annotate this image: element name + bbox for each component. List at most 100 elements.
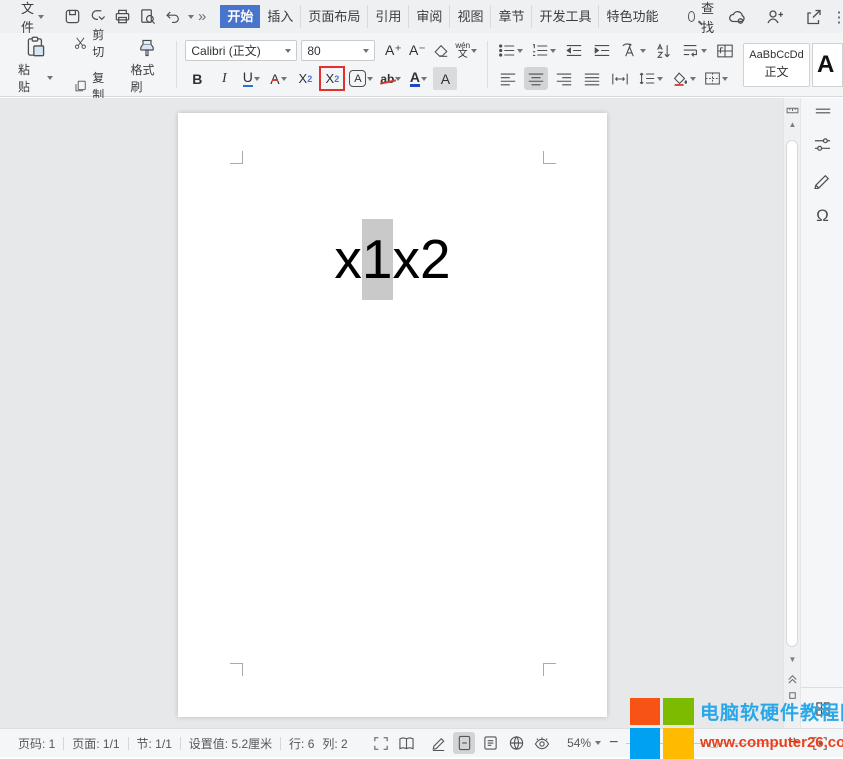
ink-annotation-button[interactable] — [801, 171, 843, 189]
italic-button[interactable]: I — [212, 67, 236, 90]
tab-insert[interactable]: 插入 — [260, 5, 301, 28]
zoom-out-button[interactable]: − — [609, 735, 618, 751]
font-group: Calibri (正文) 80 A⁺ A⁻ wén 文 — [183, 33, 481, 96]
cut-button[interactable]: 剪切 — [69, 25, 118, 61]
decrease-indent-button[interactable] — [562, 39, 586, 62]
tab-page-layout[interactable]: 页面布局 — [301, 5, 368, 28]
zoom-level-control[interactable]: 54% — [567, 736, 601, 750]
tab-view[interactable]: 视图 — [450, 5, 491, 28]
outline-view-button[interactable] — [479, 732, 501, 754]
align-right-button[interactable] — [552, 67, 576, 90]
subscript-button-highlighted[interactable]: X2 — [320, 67, 344, 90]
style-item-clipped[interactable]: A — [812, 43, 843, 87]
shading-caret-icon — [690, 77, 696, 81]
share-button[interactable] — [801, 5, 825, 29]
superscript-button[interactable]: X2 — [293, 67, 317, 90]
grow-font-button[interactable]: A⁺ — [381, 39, 405, 62]
bullet-list-icon — [498, 43, 516, 58]
text-direction-button[interactable] — [618, 39, 648, 62]
clear-format-button[interactable] — [429, 39, 453, 62]
justify-icon — [583, 72, 601, 86]
previous-page-button[interactable] — [786, 672, 799, 690]
paste-button[interactable]: 粘贴 — [8, 32, 63, 98]
strikethrough-button[interactable]: A — [266, 67, 290, 90]
edit-mode-button[interactable] — [428, 732, 450, 754]
double-chevron-up-icon — [786, 673, 799, 685]
tab-references[interactable]: 引用 — [368, 5, 409, 28]
line-spacing-icon — [638, 71, 656, 86]
page-view-button-selected[interactable] — [453, 732, 475, 754]
group-divider — [176, 41, 177, 88]
print-preview-button[interactable] — [138, 5, 157, 29]
align-left-button[interactable] — [496, 67, 520, 90]
status-section[interactable]: 节: 1/1 — [129, 735, 180, 752]
status-page-number[interactable]: 页码: 1 — [10, 735, 63, 752]
highlight-button[interactable]: ab — [378, 67, 403, 90]
bold-button[interactable]: B — [185, 67, 209, 90]
pinyin-caret-icon — [471, 49, 477, 53]
double-line-icon — [814, 106, 832, 116]
sort-button[interactable] — [652, 39, 676, 62]
scrollbar-thumb[interactable] — [786, 140, 798, 647]
borders-icon — [704, 71, 721, 86]
tab-home[interactable]: 开始 — [220, 5, 260, 28]
symbols-panel-button[interactable]: Ω — [801, 206, 843, 226]
export-pdf-icon — [88, 7, 107, 26]
file-menu-caret-icon[interactable] — [38, 15, 44, 19]
borders-button[interactable] — [702, 67, 730, 90]
tab-review[interactable]: 审阅 — [409, 5, 450, 28]
status-setting-value[interactable]: 设置值: 5.2厘米 — [181, 735, 280, 752]
shrink-font-button[interactable]: A⁻ — [405, 39, 429, 62]
show-marks-button[interactable] — [680, 39, 709, 62]
justify-button[interactable] — [580, 67, 604, 90]
cloud-sync-button[interactable] — [725, 5, 749, 29]
invite-user-button[interactable] — [763, 5, 787, 29]
watermark-logo-tr — [663, 698, 694, 725]
format-painter-button[interactable]: 格式刷 — [124, 33, 170, 97]
pinyin-guide-button[interactable]: wén 文 — [453, 39, 479, 62]
eye-protection-button[interactable] — [531, 732, 553, 754]
pen-icon — [813, 171, 832, 189]
doc-text-after: x2 — [393, 219, 451, 300]
vertical-scrollbar[interactable]: ▲ ▼ — [783, 98, 800, 728]
align-center-button-selected[interactable] — [524, 67, 548, 90]
more-quick-tools-icon[interactable]: » — [198, 8, 206, 25]
line-spacing-button[interactable] — [636, 67, 665, 90]
document-text-line[interactable]: x1x2 — [178, 219, 607, 300]
status-column[interactable]: 列: 2 — [322, 735, 355, 752]
font-name-select[interactable]: Calibri (正文) — [185, 40, 297, 61]
char-shading-button[interactable]: A — [433, 67, 457, 90]
bullet-list-caret-icon — [517, 49, 523, 53]
insert-table-button[interactable] — [713, 39, 737, 62]
style-item-normal[interactable]: AaBbCcDd 正文 — [743, 43, 810, 87]
document-page[interactable]: x1x2 — [178, 113, 607, 717]
underline-button[interactable]: U — [239, 67, 263, 90]
char-border-button[interactable]: A — [347, 67, 375, 90]
shading-button[interactable] — [669, 67, 698, 90]
tab-section[interactable]: 章节 — [491, 5, 532, 28]
font-color-button[interactable]: A — [406, 67, 430, 90]
web-layout-button[interactable] — [505, 732, 527, 754]
numbered-list-button[interactable] — [529, 39, 558, 62]
increase-indent-button[interactable] — [590, 39, 614, 62]
bullet-list-button[interactable] — [496, 39, 525, 62]
fullscreen-button[interactable] — [370, 732, 392, 754]
undo-caret-icon[interactable] — [188, 15, 194, 19]
tab-special-features[interactable]: 特色功能 — [599, 5, 665, 28]
distribute-button[interactable] — [608, 67, 632, 90]
file-menu[interactable]: 文件 — [21, 0, 34, 36]
status-line[interactable]: 行: 6 — [281, 735, 322, 752]
watermark-logo-br — [663, 728, 694, 759]
font-size-select[interactable]: 80 — [301, 40, 375, 61]
status-page-count[interactable]: 页面: 1/1 — [64, 735, 127, 752]
properties-panel-button[interactable] — [801, 136, 843, 154]
scroll-up-arrow[interactable]: ▲ — [784, 120, 801, 130]
undo-button[interactable] — [163, 5, 181, 29]
more-menu-icon[interactable]: ⋮ — [832, 8, 843, 26]
ruler-toggle-button[interactable] — [786, 102, 799, 120]
search-box[interactable]: 查找 — [688, 0, 718, 36]
side-by-side-button[interactable] — [396, 732, 418, 754]
tab-developer[interactable]: 开发工具 — [532, 5, 599, 28]
scroll-down-arrow[interactable]: ▼ — [784, 655, 801, 665]
sidebar-collapse-button[interactable] — [801, 106, 843, 116]
